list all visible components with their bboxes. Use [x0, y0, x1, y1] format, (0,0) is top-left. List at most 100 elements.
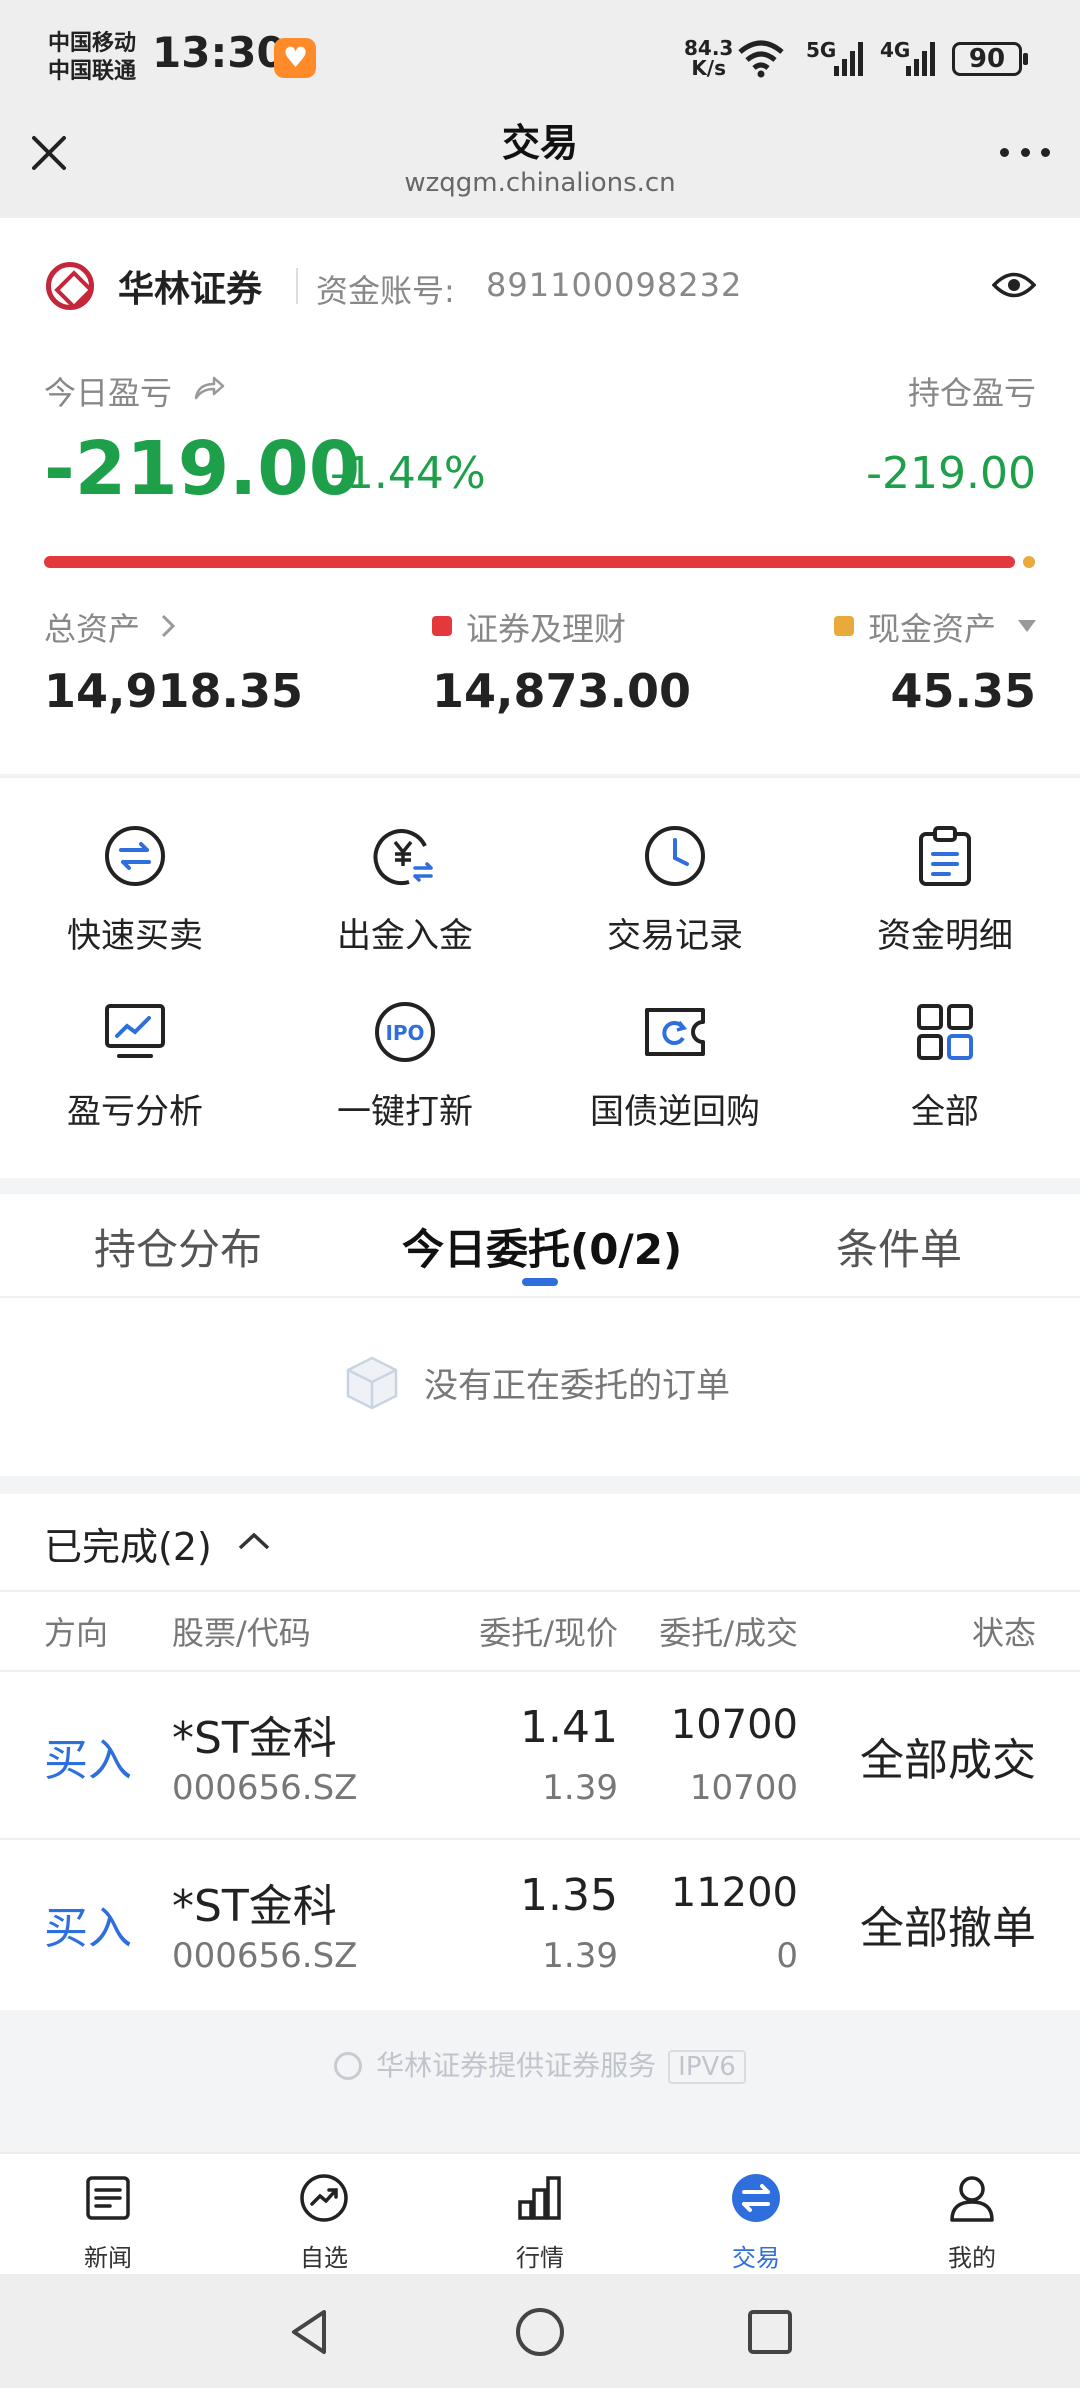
- hold-pnl-label: 持仓盈亏: [907, 374, 1036, 412]
- order-row[interactable]: 买入 *ST金科 000656.SZ 1.41 1.39 10700 10700…: [0, 1672, 1080, 1840]
- ipv6-badge: IPV6: [668, 2050, 746, 2084]
- order-direction: 买入: [44, 1735, 132, 1786]
- grid-icon: [917, 1004, 973, 1060]
- trend-icon: [300, 2174, 348, 2222]
- menu-label: 资金明细: [877, 916, 1013, 956]
- nav-label: 我的: [948, 2244, 996, 2272]
- broker-logo-small-icon: [334, 2052, 363, 2080]
- column-header-price: 委托/现价: [479, 1614, 618, 1652]
- cash-legend-icon: [834, 616, 854, 636]
- nav-profile[interactable]: 我的: [864, 2154, 1080, 2276]
- today-pnl-label: 今日盈亏: [44, 374, 173, 412]
- tab-positions[interactable]: 持仓分布: [94, 1216, 262, 1277]
- today-pnl-percent: -1.44%: [330, 448, 486, 499]
- tab-today-orders[interactable]: 今日委托(0/2): [402, 1216, 682, 1277]
- more-icon[interactable]: [1000, 142, 1050, 162]
- order-last-price: 1.39: [542, 1936, 618, 1976]
- order-filled-quantity: 0: [776, 1936, 798, 1976]
- menu-label: 快速买卖: [67, 916, 203, 956]
- status-time: 13:30: [152, 28, 286, 77]
- wifi-icon: [738, 40, 784, 78]
- menu-trade-history[interactable]: 交易记录: [540, 778, 810, 956]
- network-speed: 84.3 K/s: [684, 38, 733, 78]
- order-direction: 买入: [44, 1903, 132, 1954]
- home-circle-icon[interactable]: [512, 2304, 568, 2360]
- carrier-labels: 中国移动 中国联通: [48, 30, 136, 86]
- order-stock-code: 000656.SZ: [172, 1768, 358, 1808]
- divider: [0, 1590, 1080, 1592]
- battery-icon: 90: [952, 42, 1028, 76]
- completed-orders-panel: 已完成(2) 方向 股票/代码 委托/现价 委托/成交 状态 买入 *ST金科 …: [0, 1494, 1080, 2010]
- empty-box-icon: [346, 1356, 398, 1410]
- tab-conditional-orders[interactable]: 条件单: [836, 1216, 962, 1277]
- menu-ipo[interactable]: IPO 一键打新: [270, 954, 540, 1132]
- eye-icon[interactable]: [992, 268, 1036, 302]
- nav-news[interactable]: 新闻: [0, 2154, 216, 2276]
- order-row[interactable]: 买入 *ST金科 000656.SZ 1.35 1.39 11200 0 全部撤…: [0, 1840, 1080, 2008]
- account-label: 资金账号:: [316, 272, 455, 310]
- order-filled-quantity: 10700: [689, 1768, 798, 1808]
- column-header-direction: 方向: [44, 1614, 109, 1652]
- menu-label: 盈亏分析: [67, 1092, 203, 1132]
- nav-label: 自选: [300, 2244, 348, 2272]
- completed-title[interactable]: 已完成(2): [44, 1516, 212, 1571]
- asset-allocation-bar: [44, 556, 1015, 568]
- exchange-icon: [732, 2174, 780, 2222]
- network-type-1: 5G: [806, 38, 837, 62]
- ipo-icon: IPO: [375, 1002, 435, 1062]
- recents-square-icon[interactable]: [742, 2304, 798, 2360]
- orders-tabs-panel: 持仓分布 今日委托(0/2) 条件单 没有正在委托的订单: [0, 1194, 1080, 1476]
- divider: [296, 268, 298, 304]
- signal-1-icon: [834, 40, 868, 76]
- caret-down-icon[interactable]: [1018, 620, 1036, 632]
- swap-circle-icon: [105, 826, 165, 886]
- bar-chart-icon: [518, 2176, 561, 2220]
- signal-2-icon: [906, 40, 940, 76]
- share-icon[interactable]: [192, 372, 226, 402]
- bottom-nav: 新闻 自选 行情 交易 我的: [0, 2152, 1080, 2274]
- nav-label: 交易: [732, 2244, 780, 2272]
- cash-label[interactable]: 现金资产: [868, 604, 996, 650]
- nav-trade[interactable]: 交易: [648, 2154, 864, 2276]
- footer-brand: 华林证券提供证券服务 IPV6: [0, 2044, 1080, 2084]
- network-speed-value: 84.3: [684, 36, 734, 60]
- account-number: 891100098232: [486, 266, 743, 304]
- securities-legend-icon: [432, 616, 452, 636]
- broker-logo-icon: [46, 262, 94, 310]
- menu-pnl-analysis[interactable]: 盈亏分析: [0, 954, 270, 1132]
- menu-deposit-withdraw[interactable]: 出金入金: [270, 778, 540, 956]
- active-tab-indicator: [522, 1278, 558, 1286]
- order-price: 1.41: [520, 1702, 618, 1753]
- menu-all[interactable]: 全部: [810, 954, 1080, 1132]
- menu-fund-details[interactable]: 资金明细: [810, 778, 1080, 956]
- securities-value: 14,873.00: [432, 664, 691, 718]
- user-icon: [950, 2176, 994, 2222]
- carrier-1: 中国移动: [48, 31, 137, 56]
- divider: [0, 1296, 1080, 1298]
- order-last-price: 1.39: [542, 1768, 618, 1808]
- nav-label: 行情: [516, 2244, 564, 2272]
- order-status: 全部撤单: [860, 1903, 1036, 1954]
- title-bar: 交易 wzqgm.chinalions.cn: [0, 98, 1080, 218]
- menu-reverse-repo[interactable]: 国债逆回购: [540, 954, 810, 1132]
- menu-quick-trade[interactable]: 快速买卖: [0, 778, 270, 956]
- nav-market[interactable]: 行情: [432, 2154, 648, 2276]
- network-speed-unit: K/s: [691, 56, 727, 80]
- menu-label: 一键打新: [337, 1092, 473, 1132]
- clipboard-icon: [919, 826, 971, 886]
- column-header-status: 状态: [971, 1614, 1036, 1652]
- order-status: 全部成交: [860, 1735, 1036, 1786]
- svg-text:IPO: IPO: [385, 1021, 424, 1045]
- total-assets-label[interactable]: 总资产: [44, 604, 140, 650]
- chevron-up-icon[interactable]: [236, 1530, 272, 1552]
- back-triangle-icon[interactable]: [282, 2304, 338, 2360]
- menu-label: 全部: [911, 1092, 979, 1132]
- empty-orders-text: 没有正在委托的订单: [424, 1366, 730, 1406]
- status-bar: 中国移动 中国联通 13:30 84.3 K/s 5G 4G 90: [0, 0, 1080, 98]
- footer-text: 华林证券提供证券服务: [376, 2049, 657, 2082]
- column-header-stock: 股票/代码: [172, 1614, 311, 1652]
- nav-watchlist[interactable]: 自选: [216, 2154, 432, 2276]
- today-pnl-value: -219.00: [44, 426, 361, 512]
- chevron-right-icon[interactable]: [158, 612, 178, 640]
- carrier-2: 中国联通: [48, 59, 137, 84]
